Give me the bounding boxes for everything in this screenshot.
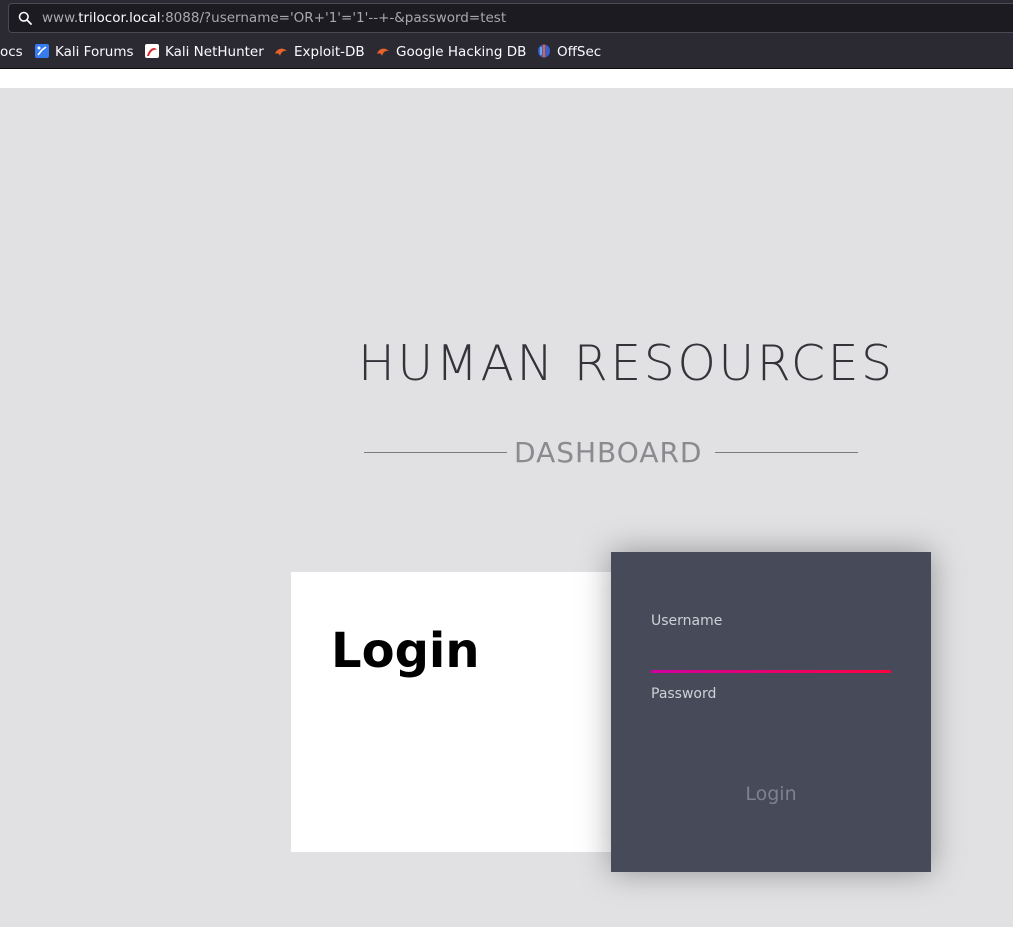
- page-title: HUMAN RESOURCES: [358, 335, 895, 392]
- page-subtitle: DASHBOARD: [514, 436, 703, 469]
- login-form: Username Password Login: [611, 552, 931, 872]
- login-button[interactable]: Login: [651, 779, 891, 809]
- bookmark-label: ocs: [0, 44, 23, 60]
- exploit-db-icon: [377, 48, 389, 56]
- bookmark-exploit-db[interactable]: Exploit-DB: [274, 43, 365, 61]
- bookmark-offsec[interactable]: OffSec: [537, 43, 601, 61]
- login-info-card: Login: [291, 572, 621, 852]
- bookmark-kali-forums[interactable]: Kali Forums: [35, 43, 134, 61]
- url-host: trilocor.local: [78, 10, 161, 26]
- bookmark-label: Kali NetHunter: [165, 44, 264, 60]
- bookmark-label: Exploit-DB: [294, 44, 365, 60]
- login-heading: Login: [331, 623, 480, 679]
- bookmark-label: Google Hacking DB: [396, 44, 527, 60]
- search-icon: [18, 11, 32, 25]
- bookmark-label: Kali Forums: [55, 44, 134, 60]
- url-path: :8088/?username='OR+'1'='1'--+-&password…: [160, 10, 507, 26]
- password-input[interactable]: [651, 712, 891, 738]
- page-top-strip: [0, 69, 1013, 88]
- username-label: Username: [651, 613, 723, 629]
- kali-nethunter-icon: [145, 44, 159, 58]
- url-prefix: www.: [42, 10, 79, 26]
- password-label: Password: [651, 686, 717, 702]
- bookmark-google-hacking-db[interactable]: Google Hacking DB: [376, 43, 526, 61]
- bookmark-kali-nethunter[interactable]: Kali NetHunter: [145, 43, 264, 61]
- bookmark-docs[interactable]: ocs: [0, 43, 23, 61]
- bookmark-label: OffSec: [557, 44, 602, 60]
- kali-forums-icon: [35, 44, 49, 58]
- offsec-icon: [538, 44, 550, 58]
- address-bar-url[interactable]: www.trilocor.local:8088/?username='OR+'1…: [42, 10, 506, 27]
- username-input[interactable]: [651, 642, 891, 668]
- divider-left: [364, 452, 507, 453]
- exploit-db-icon: [275, 48, 287, 56]
- divider-right: [715, 452, 858, 453]
- address-bar[interactable]: www.trilocor.local:8088/?username='OR+'1…: [8, 3, 1013, 33]
- browser-toolbar: www.trilocor.local:8088/?username='OR+'1…: [0, 0, 1013, 69]
- username-underline: [651, 670, 891, 673]
- bookmarks-toolbar: ocs Kali Forums Kali NetHunter Exploit-D…: [0, 40, 1013, 64]
